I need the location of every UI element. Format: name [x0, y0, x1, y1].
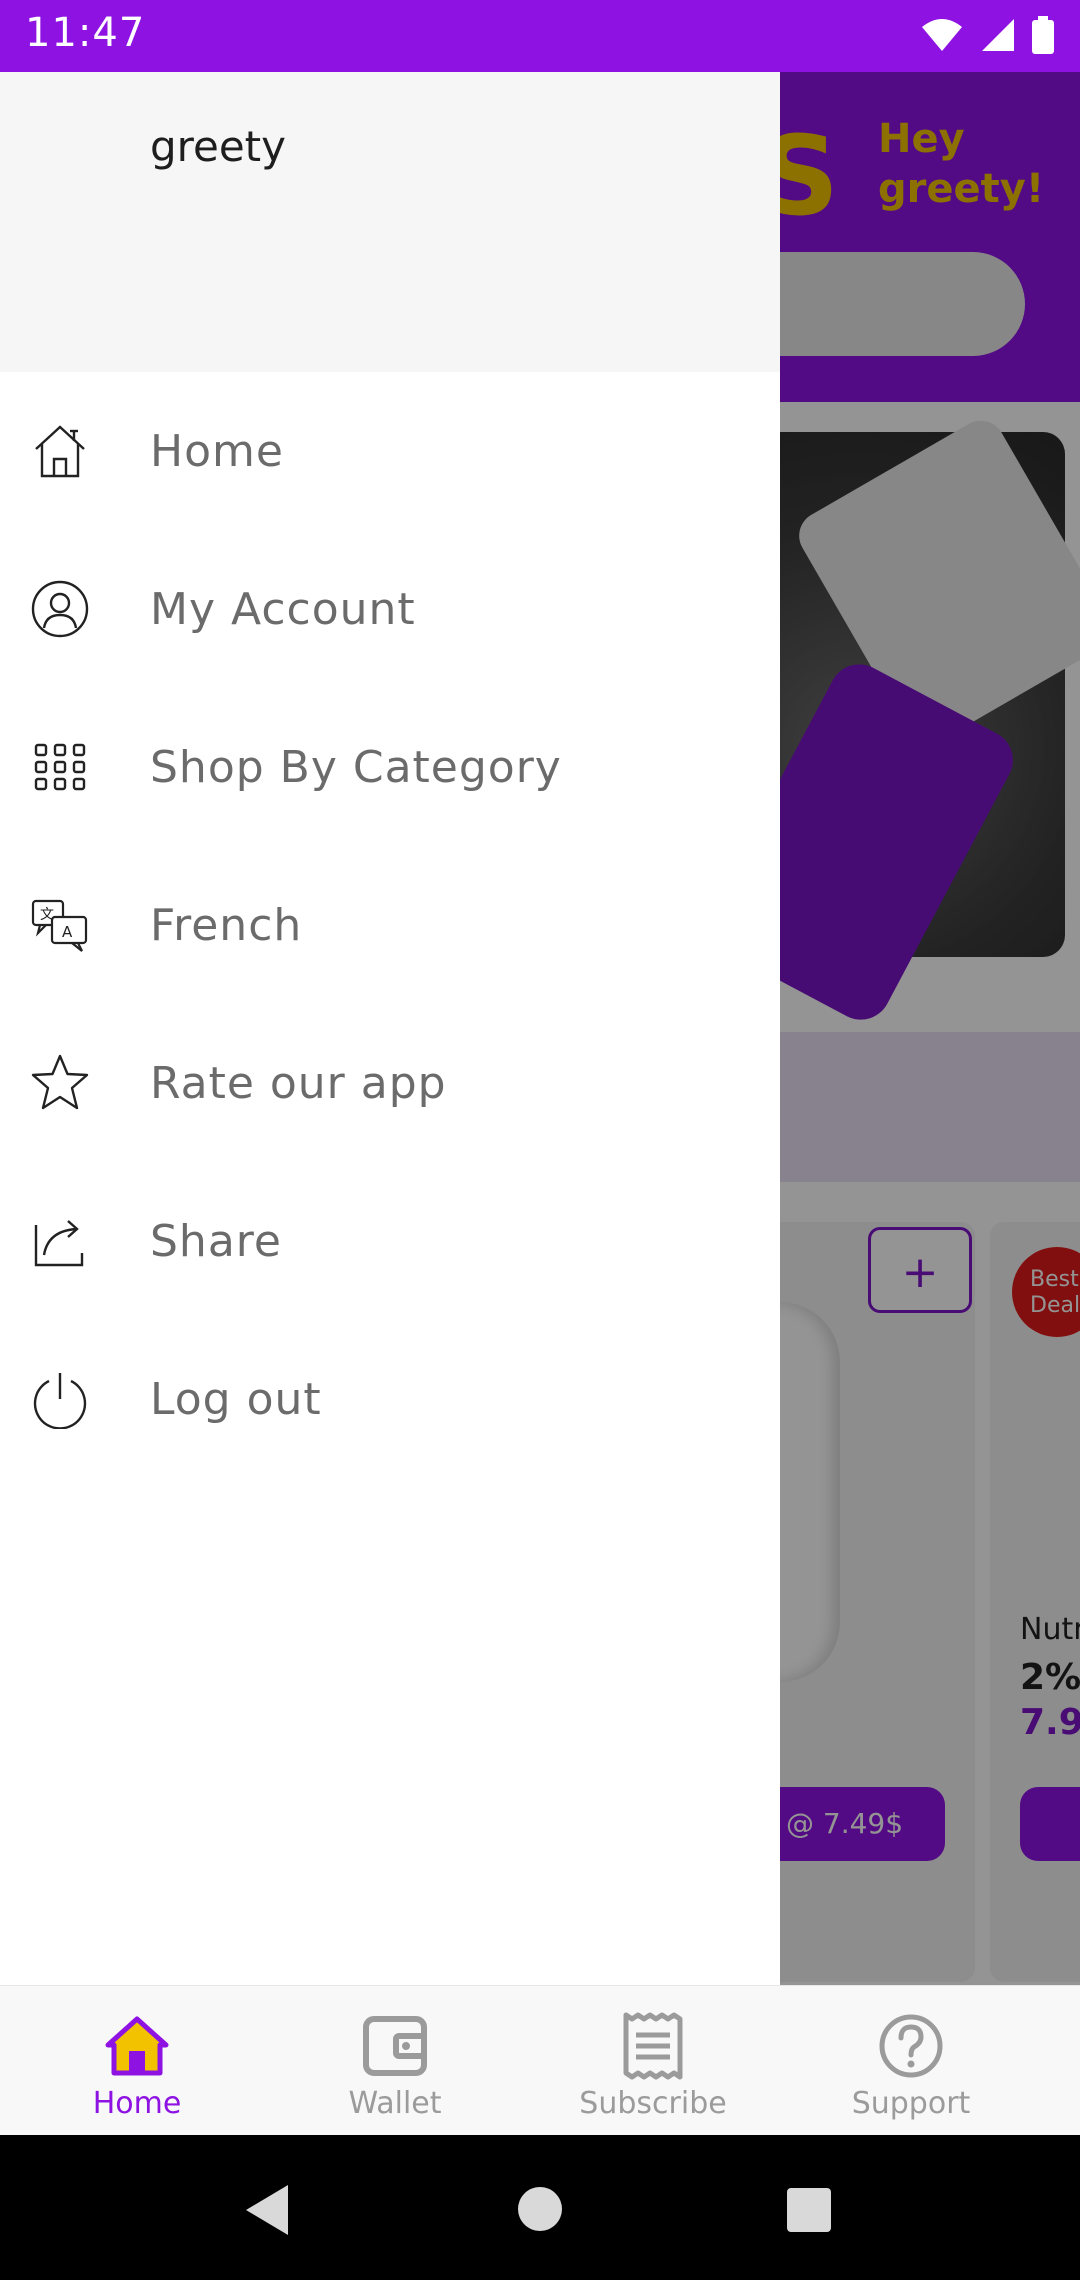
wifi-icon: [922, 19, 962, 51]
power-icon: [30, 1369, 90, 1429]
menu-label: Share: [150, 1215, 282, 1267]
back-icon[interactable]: [242, 2183, 292, 2237]
menu-label: Home: [150, 425, 284, 477]
drawer-header: greety: [0, 72, 780, 372]
account-icon: [30, 579, 90, 639]
nav-label: Home: [92, 2086, 182, 2121]
drawer-username: greety: [150, 122, 287, 171]
menu-label: My Account: [150, 583, 416, 635]
nav-item-wallet[interactable]: Wallet: [265, 1986, 525, 2136]
home-icon: [105, 2016, 169, 2076]
star-icon: [30, 1053, 90, 1113]
menu-item-log-out[interactable]: Log out: [0, 1320, 780, 1478]
grid-icon: [30, 737, 90, 797]
menu-label: Shop By Category: [150, 741, 562, 793]
cellular-icon: [982, 19, 1014, 51]
nav-item-support[interactable]: Support: [781, 1986, 1041, 2136]
nav-label: Subscribe: [579, 2086, 727, 2121]
menu-item-french[interactable]: 文 A French: [0, 846, 780, 1004]
menu-item-home[interactable]: Home: [0, 372, 780, 530]
home-circle-icon[interactable]: [516, 2185, 564, 2233]
menu-label: French: [150, 899, 303, 951]
menu-item-share[interactable]: Share: [0, 1162, 780, 1320]
receipt-icon: [623, 2012, 683, 2080]
nav-label: Wallet: [348, 2086, 442, 2121]
navigation-drawer: greety Home My Account Shop By Category …: [0, 72, 780, 1985]
menu-item-my-account[interactable]: My Account: [0, 530, 780, 688]
menu-label: Log out: [150, 1373, 322, 1425]
menu-item-shop-by-category[interactable]: Shop By Category: [0, 688, 780, 846]
svg-text:文: 文: [40, 907, 54, 923]
menu-label: Rate our app: [150, 1057, 447, 1109]
recents-icon[interactable]: [786, 2187, 832, 2233]
translate-icon: 文 A: [30, 895, 90, 955]
wallet-icon: [363, 2016, 427, 2076]
battery-icon: [1032, 16, 1054, 54]
share-icon: [30, 1211, 90, 1271]
status-time: 11:47: [25, 10, 146, 56]
status-icons: [920, 16, 1054, 54]
system-navigation-bar: [0, 2135, 1080, 2280]
nav-item-subscribe[interactable]: Subscribe: [523, 1986, 783, 2136]
menu-item-rate-app[interactable]: Rate our app: [0, 1004, 780, 1162]
home-outline-icon: [30, 421, 90, 481]
status-bar: 11:47: [0, 0, 1080, 72]
svg-text:A: A: [62, 923, 73, 941]
nav-item-home[interactable]: Home: [7, 1986, 267, 2136]
bottom-navigation: Home Wallet Subscribe Support: [0, 1985, 1080, 2136]
help-icon: [879, 2014, 943, 2078]
nav-label: Support: [851, 2086, 971, 2121]
